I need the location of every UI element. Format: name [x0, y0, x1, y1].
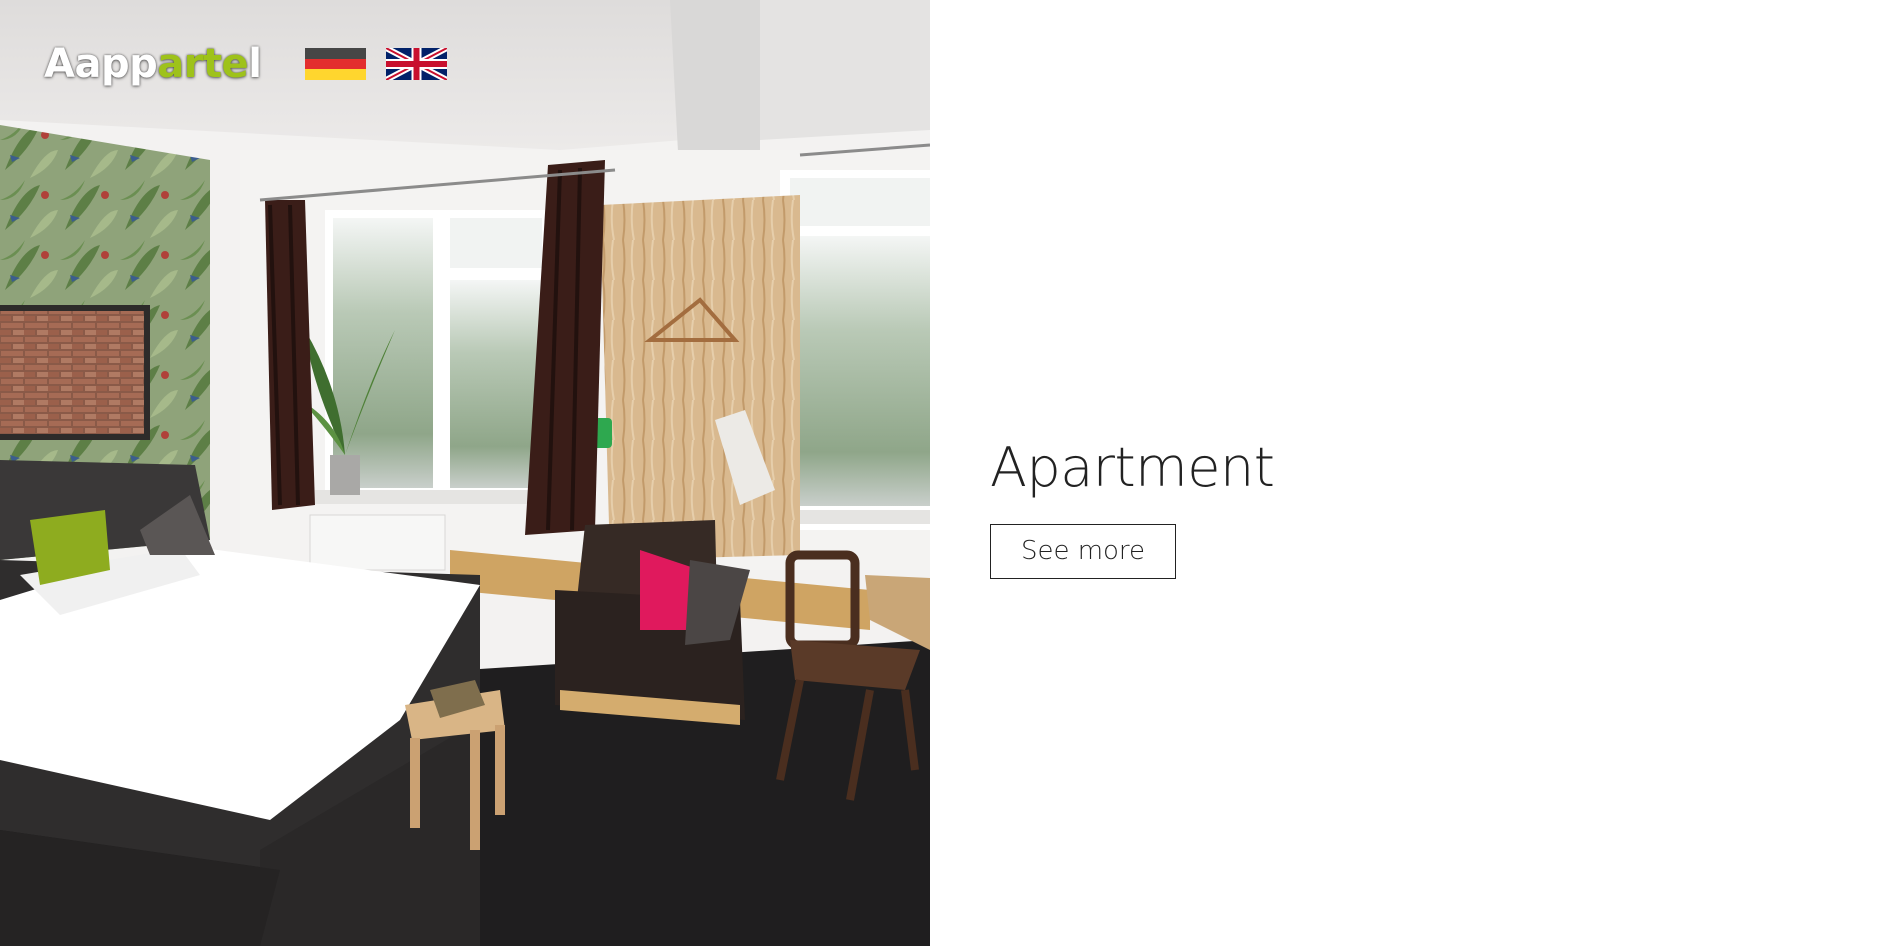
page: Aapp arte l Apartment See more: [0, 0, 1895, 946]
hero-image: Aapp arte l: [0, 0, 930, 946]
logo-text-part2: l: [248, 41, 262, 87]
top-bar: Aapp arte l: [44, 41, 448, 87]
page-title: Apartment: [990, 436, 1275, 499]
logo[interactable]: Aapp arte l: [44, 41, 262, 87]
logo-text-part1: Aapp: [44, 41, 158, 87]
language-switcher: [305, 48, 448, 80]
logo-text-accent: arte: [157, 41, 249, 87]
content-panel: Apartment See more: [990, 436, 1275, 579]
see-more-button[interactable]: See more: [990, 524, 1176, 579]
uk-flag-icon[interactable]: [386, 48, 448, 80]
german-flag-icon[interactable]: [305, 48, 367, 80]
